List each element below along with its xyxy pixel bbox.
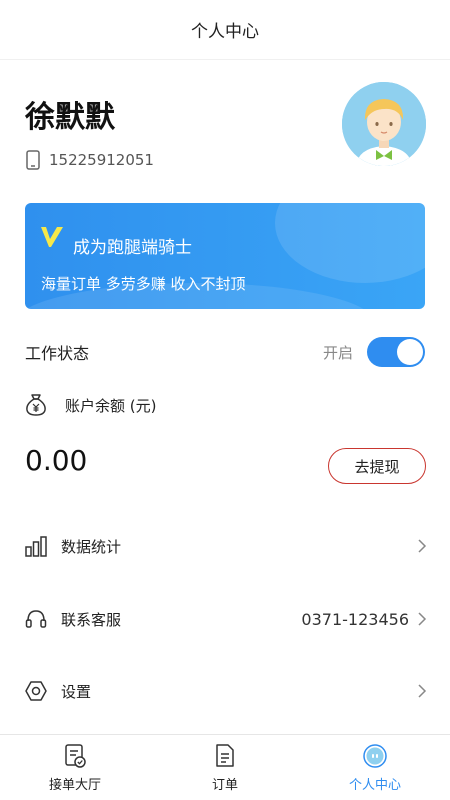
chevron-right-icon	[418, 684, 427, 698]
profile-section: 徐默默 15225912051	[0, 60, 450, 190]
money-bag-icon	[26, 394, 46, 416]
tab-label-profile: 个人中心	[348, 778, 401, 793]
tab-order-hall[interactable]: 接单大厅	[0, 735, 150, 800]
balance-amount: 0.00	[25, 444, 88, 477]
avatar-illustration	[342, 82, 426, 166]
work-status-row: 工作状态 开启	[25, 335, 425, 369]
work-status-label: 工作状态	[25, 344, 90, 363]
withdraw-button[interactable]: 去提现	[328, 448, 426, 484]
phone-icon	[26, 150, 40, 170]
menu-label-statistics: 数据统计	[61, 537, 122, 556]
menu-label-customer-service: 联系客服	[61, 610, 122, 629]
phone-number: 15225912051	[49, 151, 154, 169]
menu-label-settings: 设置	[61, 682, 92, 701]
bottom-tab-bar: 接单大厅 订单 个人中心	[0, 734, 450, 800]
chevron-right-icon	[418, 612, 427, 626]
menu-item-statistics[interactable]: 数据统计	[25, 524, 427, 568]
profile-icon	[363, 744, 387, 768]
tab-label-orders: 订单	[211, 778, 238, 793]
tab-orders[interactable]: 订单	[150, 735, 300, 800]
balance-label: 账户余额 (元)	[65, 396, 157, 415]
page-title: 个人中心	[191, 22, 259, 42]
rider-recruit-banner[interactable]: 成为跑腿端骑士 海量订单 多劳多赚 收入不封顶	[25, 203, 425, 309]
headset-icon	[25, 610, 47, 628]
user-name: 徐默默	[25, 100, 115, 135]
avatar[interactable]	[342, 82, 426, 166]
menu-item-customer-service[interactable]: 联系客服 0371-123456	[25, 597, 427, 641]
order-hall-icon	[65, 744, 86, 768]
work-status-text: 开启	[322, 343, 353, 362]
work-status-toggle[interactable]	[367, 337, 425, 367]
menu-item-settings[interactable]: 设置	[25, 669, 427, 713]
banner-title: 成为跑腿端骑士	[73, 238, 192, 258]
order-list-icon	[216, 744, 234, 767]
v-logo-icon	[41, 227, 63, 247]
top-nav-bar: 个人中心	[0, 0, 450, 60]
banner-subtitle: 海量订单 多劳多赚 收入不封顶	[41, 275, 246, 293]
customer-service-phone: 0371-123456	[301, 609, 409, 629]
toggle-knob	[397, 339, 423, 365]
settings-icon	[25, 681, 47, 701]
chevron-right-icon	[418, 539, 427, 553]
tab-profile[interactable]: 个人中心	[300, 735, 450, 800]
tab-label-order-hall: 接单大厅	[48, 778, 101, 793]
bar-chart-icon	[25, 536, 47, 557]
phone-row: 15225912051	[25, 150, 154, 170]
balance-label-row: 账户余额 (元)	[25, 393, 156, 417]
